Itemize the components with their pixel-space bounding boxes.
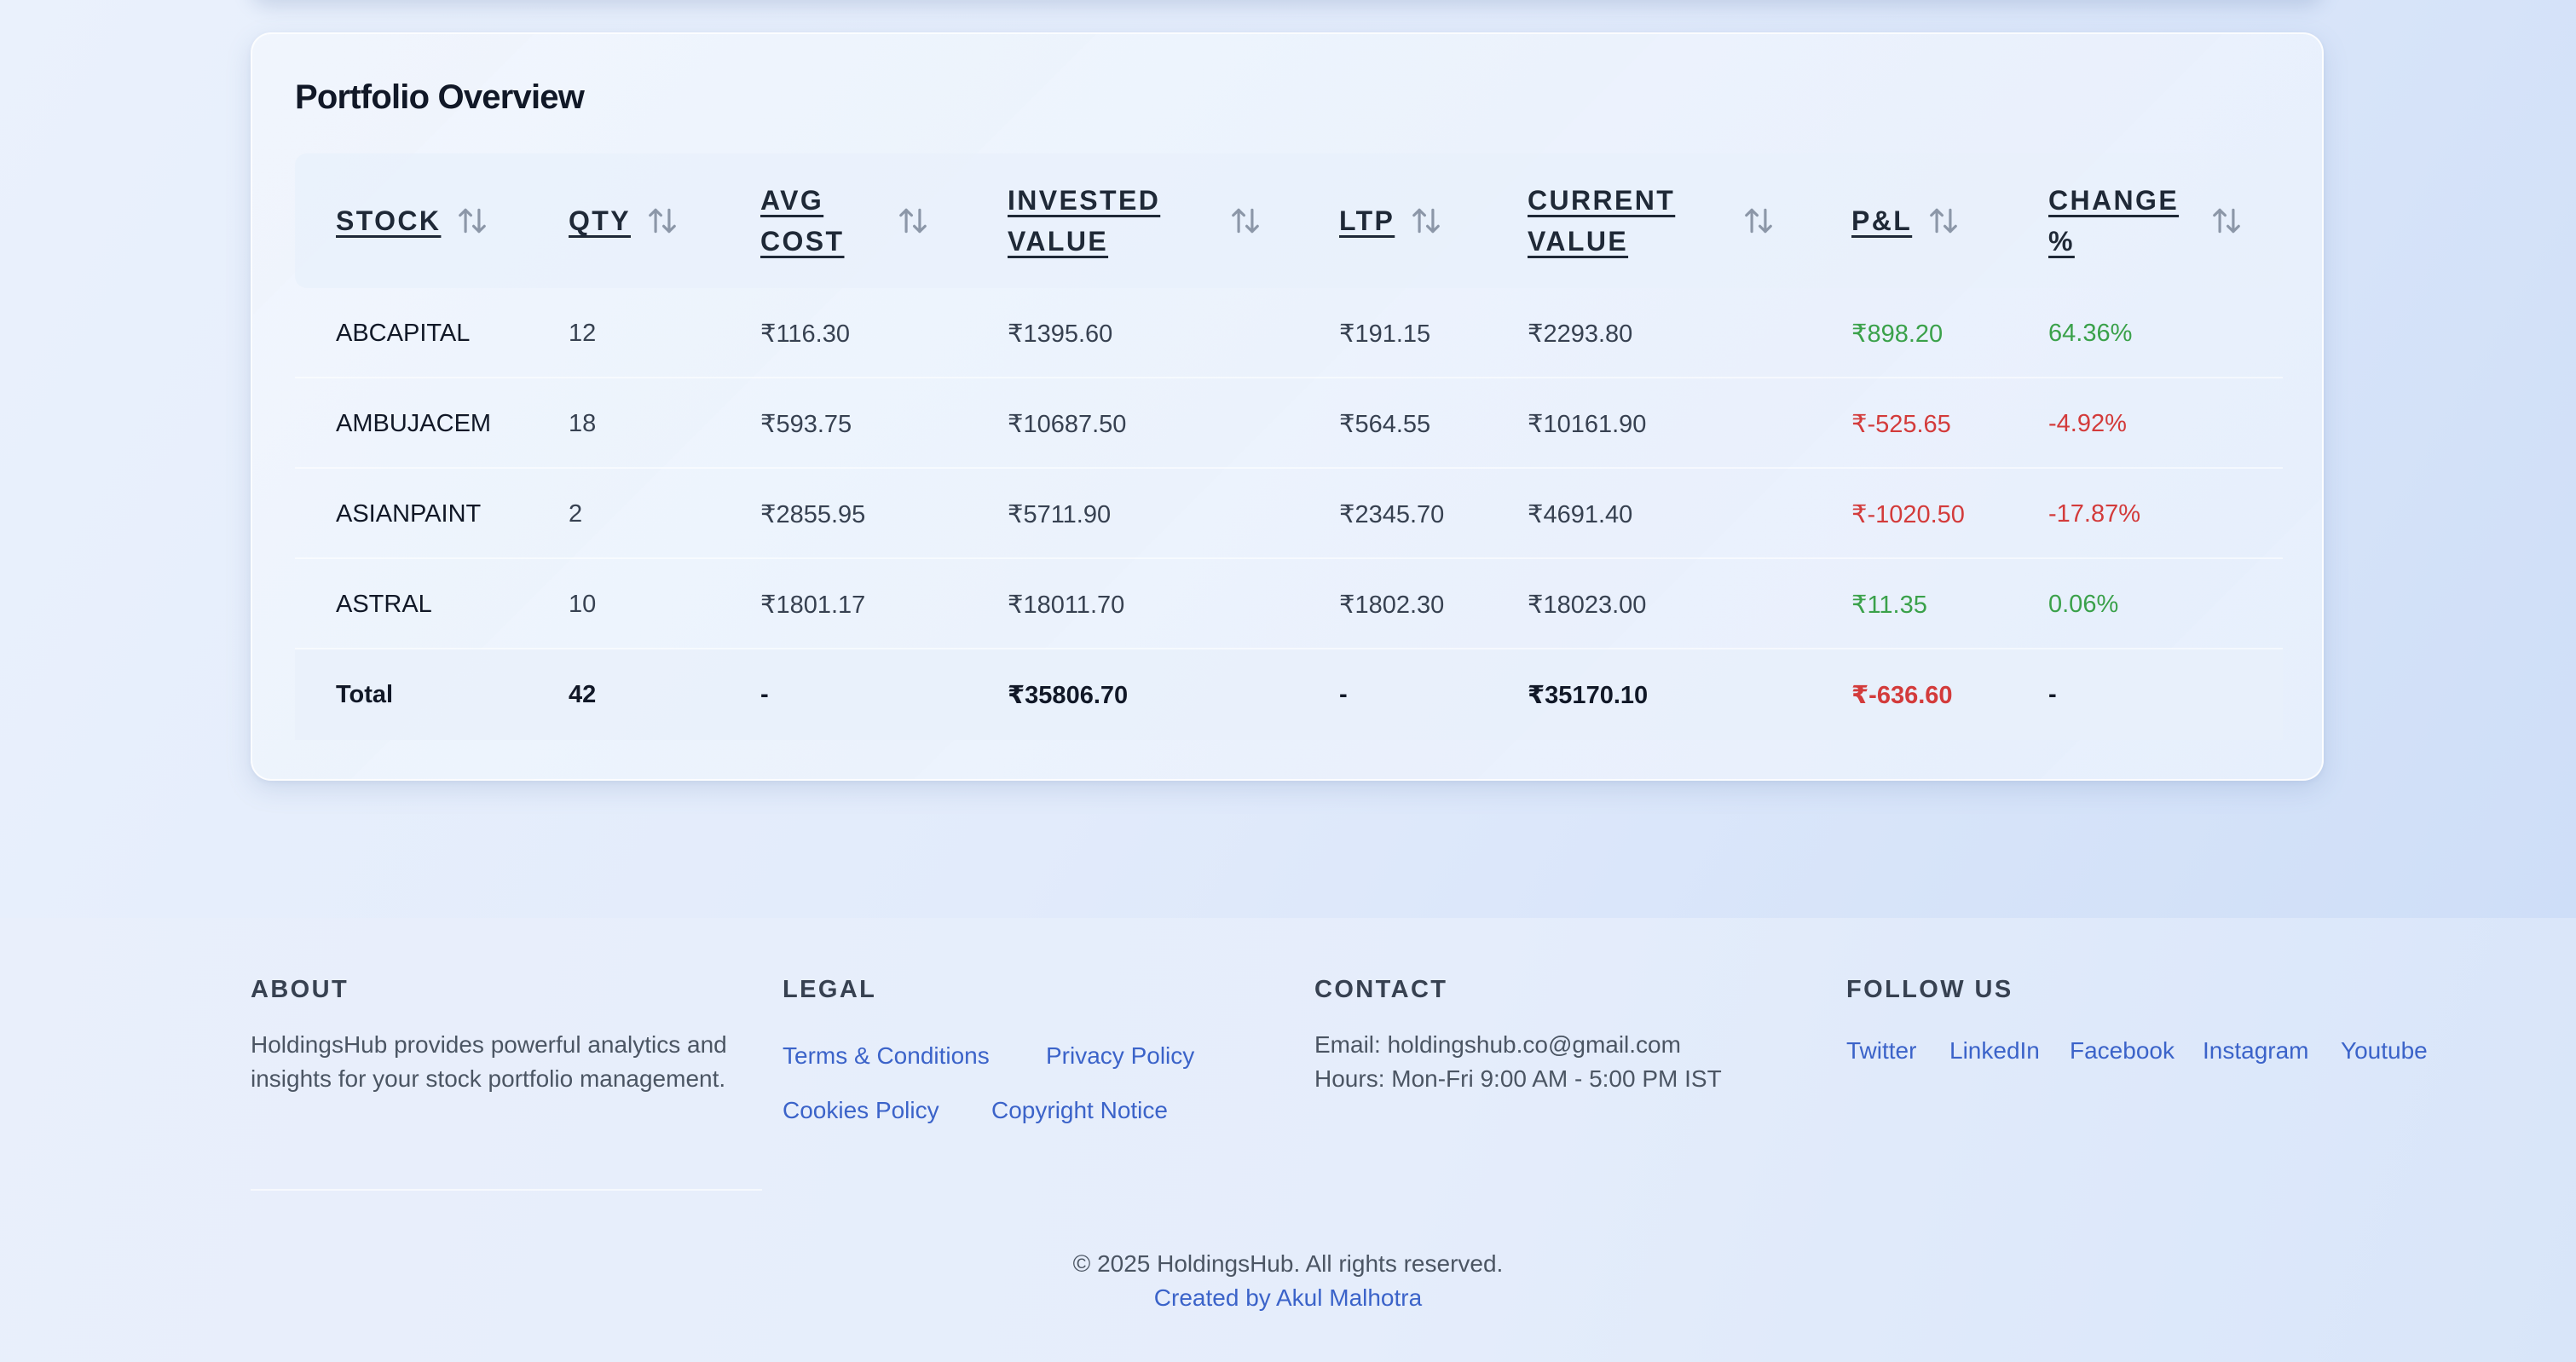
cell-invested-value: ₹5711.90 <box>1008 500 1112 528</box>
column-header-label: P&L <box>1851 205 1913 236</box>
table-header: STOCK QTY AVG COST INVESTED VALUE LTP CURRENT… <box>295 153 2283 288</box>
column-header-qty[interactable]: QTY <box>569 153 679 288</box>
table-body: ABCAPITAL 12 ₹116.30 ₹1395.60 ₹191.15 ₹2293.8… <box>295 288 2283 740</box>
cell-qty: 42 <box>569 680 597 708</box>
footer-contact-heading: CONTACT <box>1314 976 1448 1003</box>
cell-ltp: - <box>1339 680 1348 708</box>
cell-stock: ABCAPITAL <box>336 319 471 347</box>
table-row: ABCAPITAL 12 ₹116.30 ₹1395.60 ₹191.15 ₹2293.8… <box>295 288 2283 378</box>
terms-link[interactable]: Terms & Conditions <box>783 1042 990 1070</box>
cell-current-value: ₹2293.80 <box>1528 320 1633 348</box>
cell-pnl: ₹11.35 <box>1851 591 1927 619</box>
cell-invested-value: ₹1395.60 <box>1008 320 1113 348</box>
cell-ltp: ₹1802.30 <box>1339 591 1445 619</box>
cell-avg-cost: ₹593.75 <box>760 410 852 438</box>
footer-about-text: HoldingsHub provides powerful analytics … <box>251 1031 727 1092</box>
contact-email: Email: holdingshub.co@gmail.com <box>1314 1031 1681 1058</box>
cell-change-percent: - <box>2048 680 2057 708</box>
cell-invested-value: ₹35806.70 <box>1008 681 1129 709</box>
card-title: Portfolio Overview <box>295 78 585 116</box>
column-header-label: LTP <box>1339 205 1395 236</box>
copyright-notice-link[interactable]: Copyright Notice <box>991 1097 1168 1124</box>
column-header-change-percent[interactable]: CHANGE % <box>2048 153 2240 288</box>
footer-follow: FOLLOW US Twitter LinkedIn Facebook Inst… <box>1846 976 2528 1078</box>
site-footer: ABOUT HoldingsHub provides powerful anal… <box>0 918 2576 1362</box>
cell-qty: 2 <box>569 499 583 528</box>
youtube-link[interactable]: Youtube <box>2341 1037 2428 1065</box>
cell-change-percent: 0.06% <box>2048 590 2119 618</box>
sort-arrows-icon[interactable] <box>456 205 488 237</box>
sort-arrows-icon[interactable] <box>1229 205 1262 237</box>
footer-legal: LEGAL Terms & Conditions Privacy Policy … <box>783 976 1260 1163</box>
portfolio-overview-card: Portfolio Overview STOCK QTY AVG COST INVES… <box>251 32 2324 781</box>
instagram-link[interactable]: Instagram <box>2203 1037 2309 1065</box>
cell-current-value: ₹18023.00 <box>1528 591 1647 619</box>
column-header-invested-value[interactable]: INVESTED VALUE <box>1008 153 1259 288</box>
footer-contact: CONTACT Email: holdingshub.co@gmail.com … <box>1314 976 1792 1096</box>
cell-avg-cost: - <box>760 680 769 708</box>
cell-invested-value: ₹10687.50 <box>1008 410 1127 438</box>
table-total-row: Total 42 - ₹35806.70 - ₹35170.10 ₹-636.60 - <box>295 649 2283 740</box>
cell-qty: 10 <box>569 590 597 618</box>
cell-stock: ASTRAL <box>336 590 432 618</box>
column-header-label: INVESTED VALUE <box>1008 185 1161 257</box>
cell-avg-cost: ₹116.30 <box>760 320 850 348</box>
creator-credit-link[interactable]: Created by Akul Malhotra <box>0 1284 2576 1312</box>
footer-legal-heading: LEGAL <box>783 976 877 1003</box>
cell-current-value: ₹35170.10 <box>1528 681 1649 709</box>
table-row: AMBUJACEM 18 ₹593.75 ₹10687.50 ₹564.55 ₹10161… <box>295 378 2283 469</box>
sort-arrows-icon[interactable] <box>2210 205 2243 237</box>
column-header-label: CHANGE % <box>2048 185 2180 257</box>
cell-pnl: ₹-525.65 <box>1851 410 1951 438</box>
column-header-label: STOCK <box>336 205 442 236</box>
holdings-table: STOCK QTY AVG COST INVESTED VALUE LTP CURRENT… <box>295 153 2283 740</box>
cell-pnl: ₹-636.60 <box>1851 681 1953 709</box>
footer-about: ABOUT HoldingsHub provides powerful anal… <box>251 976 728 1096</box>
cell-qty: 12 <box>569 319 597 347</box>
sort-arrows-icon[interactable] <box>1410 205 1442 237</box>
column-header-avg-cost[interactable]: AVG COST <box>760 153 927 288</box>
cell-avg-cost: ₹1801.17 <box>760 591 866 619</box>
sort-arrows-icon[interactable] <box>897 205 929 237</box>
cell-pnl: ₹-1020.50 <box>1851 500 1965 528</box>
cell-current-value: ₹10161.90 <box>1528 410 1647 438</box>
cell-stock: Total <box>336 680 394 708</box>
cell-current-value: ₹4691.40 <box>1528 500 1633 528</box>
footer-about-heading: ABOUT <box>251 976 349 1003</box>
cell-avg-cost: ₹2855.95 <box>760 500 866 528</box>
column-header-label: QTY <box>569 205 631 236</box>
table-row: ASIANPAINT 2 ₹2855.95 ₹5711.90 ₹2345.70 ₹4691… <box>295 469 2283 559</box>
cell-invested-value: ₹18011.70 <box>1008 591 1125 619</box>
sort-arrows-icon[interactable] <box>646 205 679 237</box>
column-header-current-value[interactable]: CURRENT VALUE <box>1528 153 1772 288</box>
footer-follow-heading: FOLLOW US <box>1846 976 2013 1003</box>
cookies-policy-link[interactable]: Cookies Policy <box>783 1097 939 1124</box>
cell-ltp: ₹2345.70 <box>1339 500 1445 528</box>
column-header-label: AVG COST <box>760 185 845 257</box>
cell-pnl: ₹898.20 <box>1851 320 1944 348</box>
table-row: ASTRAL 10 ₹1801.17 ₹18011.70 ₹1802.30 ₹18023.… <box>295 559 2283 649</box>
twitter-link[interactable]: Twitter <box>1846 1037 1916 1065</box>
cell-ltp: ₹564.55 <box>1339 410 1431 438</box>
facebook-link[interactable]: Facebook <box>2070 1037 2175 1065</box>
cell-stock: ASIANPAINT <box>336 499 482 528</box>
cell-stock: AMBUJACEM <box>336 409 492 437</box>
sort-arrows-icon[interactable] <box>1742 205 1775 237</box>
contact-hours: Hours: Mon-Fri 9:00 AM - 5:00 PM IST <box>1314 1065 1722 1092</box>
sort-arrows-icon[interactable] <box>1927 205 1960 237</box>
cell-change-percent: 64.36% <box>2048 319 2133 347</box>
linkedin-link[interactable]: LinkedIn <box>1949 1037 2040 1065</box>
copyright-text: © 2025 HoldingsHub. All rights reserved. <box>1072 1250 1504 1277</box>
column-header-label: CURRENT VALUE <box>1528 185 1676 257</box>
column-header-pnl[interactable]: P&L <box>1851 153 1960 288</box>
cell-change-percent: -4.92% <box>2048 409 2127 437</box>
privacy-policy-link[interactable]: Privacy Policy <box>1046 1042 1194 1070</box>
column-header-stock[interactable]: STOCK <box>336 153 488 288</box>
cell-qty: 18 <box>569 409 597 437</box>
cell-change-percent: -17.87% <box>2048 499 2141 528</box>
footer-divider <box>251 1189 762 1191</box>
column-header-ltp[interactable]: LTP <box>1339 153 1442 288</box>
cell-ltp: ₹191.15 <box>1339 320 1431 348</box>
